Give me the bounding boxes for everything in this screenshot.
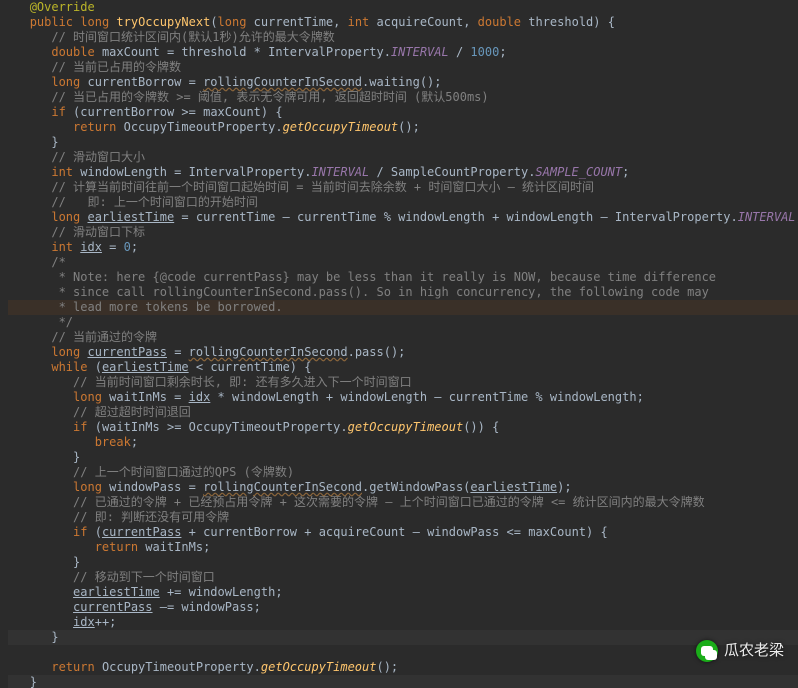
code-line: /* bbox=[8, 255, 798, 270]
code-line: // 上一个时间窗口通过的QPS (令牌数) bbox=[8, 465, 798, 480]
code-line: long currentPass = rollingCounterInSecon… bbox=[8, 345, 798, 360]
code-line: // 当前时间窗口剩余时长, 即: 还有多久进入下一个时间窗口 bbox=[8, 375, 798, 390]
code-line: } bbox=[8, 450, 798, 465]
code-line: public long tryOccupyNext(long currentTi… bbox=[8, 15, 798, 30]
code-line: } bbox=[8, 135, 798, 150]
code-line: idx++; bbox=[8, 615, 798, 630]
code-body: @Override public long tryOccupyNext(long… bbox=[0, 0, 798, 688]
watermark-text: 瓜农老梁 bbox=[724, 642, 784, 661]
code-line: long waitInMs = idx * windowLength + win… bbox=[8, 390, 798, 405]
code-line: // 即: 判断还没有可用令牌 bbox=[8, 510, 798, 525]
code-line: // 当前通过的令牌 bbox=[8, 330, 798, 345]
code-line: // 当前已占用的令牌数 bbox=[8, 60, 798, 75]
code-line: } bbox=[8, 555, 798, 570]
code-line: // 滑动窗口下标 bbox=[8, 225, 798, 240]
code-line: @Override bbox=[8, 0, 798, 15]
code-line: * Note: here {@code currentPass} may be … bbox=[8, 270, 798, 285]
code-line: if (currentPass + currentBorrow + acquir… bbox=[8, 525, 798, 540]
code-editor[interactable]: @Override public long tryOccupyNext(long… bbox=[0, 0, 798, 688]
code-line: } bbox=[8, 630, 798, 645]
code-line: if (waitInMs >= OccupyTimeoutProperty.ge… bbox=[8, 420, 798, 435]
code-line: * since call rollingCounterInSecond.pass… bbox=[8, 285, 798, 300]
code-line: // 即: 上一个时间窗口的开始时间 bbox=[8, 195, 798, 210]
code-line: // 时间窗口统计区间内(默认1秒)允许的最大令牌数 bbox=[8, 30, 798, 45]
code-line: // 移动到下一个时间窗口 bbox=[8, 570, 798, 585]
code-line: } bbox=[8, 675, 798, 688]
code-line: // 滑动窗口大小 bbox=[8, 150, 798, 165]
code-line: * lead more tokens be borrowed. bbox=[8, 300, 798, 315]
code-line: currentPass –= windowPass; bbox=[8, 600, 798, 615]
wechat-icon bbox=[696, 640, 718, 662]
code-line bbox=[8, 645, 798, 660]
code-line: return OccupyTimeoutProperty.getOccupyTi… bbox=[8, 660, 798, 675]
code-line: // 当已占用的令牌数 >= 阈值, 表示无令牌可用, 返回超时时间 (默认50… bbox=[8, 90, 798, 105]
code-line: earliestTime += windowLength; bbox=[8, 585, 798, 600]
code-line: return OccupyTimeoutProperty.getOccupyTi… bbox=[8, 120, 798, 135]
code-line: */ bbox=[8, 315, 798, 330]
code-line: while (earliestTime < currentTime) { bbox=[8, 360, 798, 375]
code-line: // 已通过的令牌 + 已经预占用令牌 + 这次需要的令牌 – 上个时间窗口已通… bbox=[8, 495, 798, 510]
code-line: if (currentBorrow >= maxCount) { bbox=[8, 105, 798, 120]
code-line: long windowPass = rollingCounterInSecond… bbox=[8, 480, 798, 495]
code-line: int idx = 0; bbox=[8, 240, 798, 255]
code-line: break; bbox=[8, 435, 798, 450]
code-line: long earliestTime = currentTime – curren… bbox=[8, 210, 798, 225]
wechat-watermark: 瓜农老梁 bbox=[696, 640, 784, 662]
code-line: long currentBorrow = rollingCounterInSec… bbox=[8, 75, 798, 90]
code-line: double maxCount = threshold * IntervalPr… bbox=[8, 45, 798, 60]
code-line: int windowLength = IntervalProperty.INTE… bbox=[8, 165, 798, 180]
code-line: // 超过超时时间退回 bbox=[8, 405, 798, 420]
code-line: // 计算当前时间往前一个时间窗口起始时间 = 当前时间去除余数 + 时间窗口大… bbox=[8, 180, 798, 195]
code-line: return waitInMs; bbox=[8, 540, 798, 555]
